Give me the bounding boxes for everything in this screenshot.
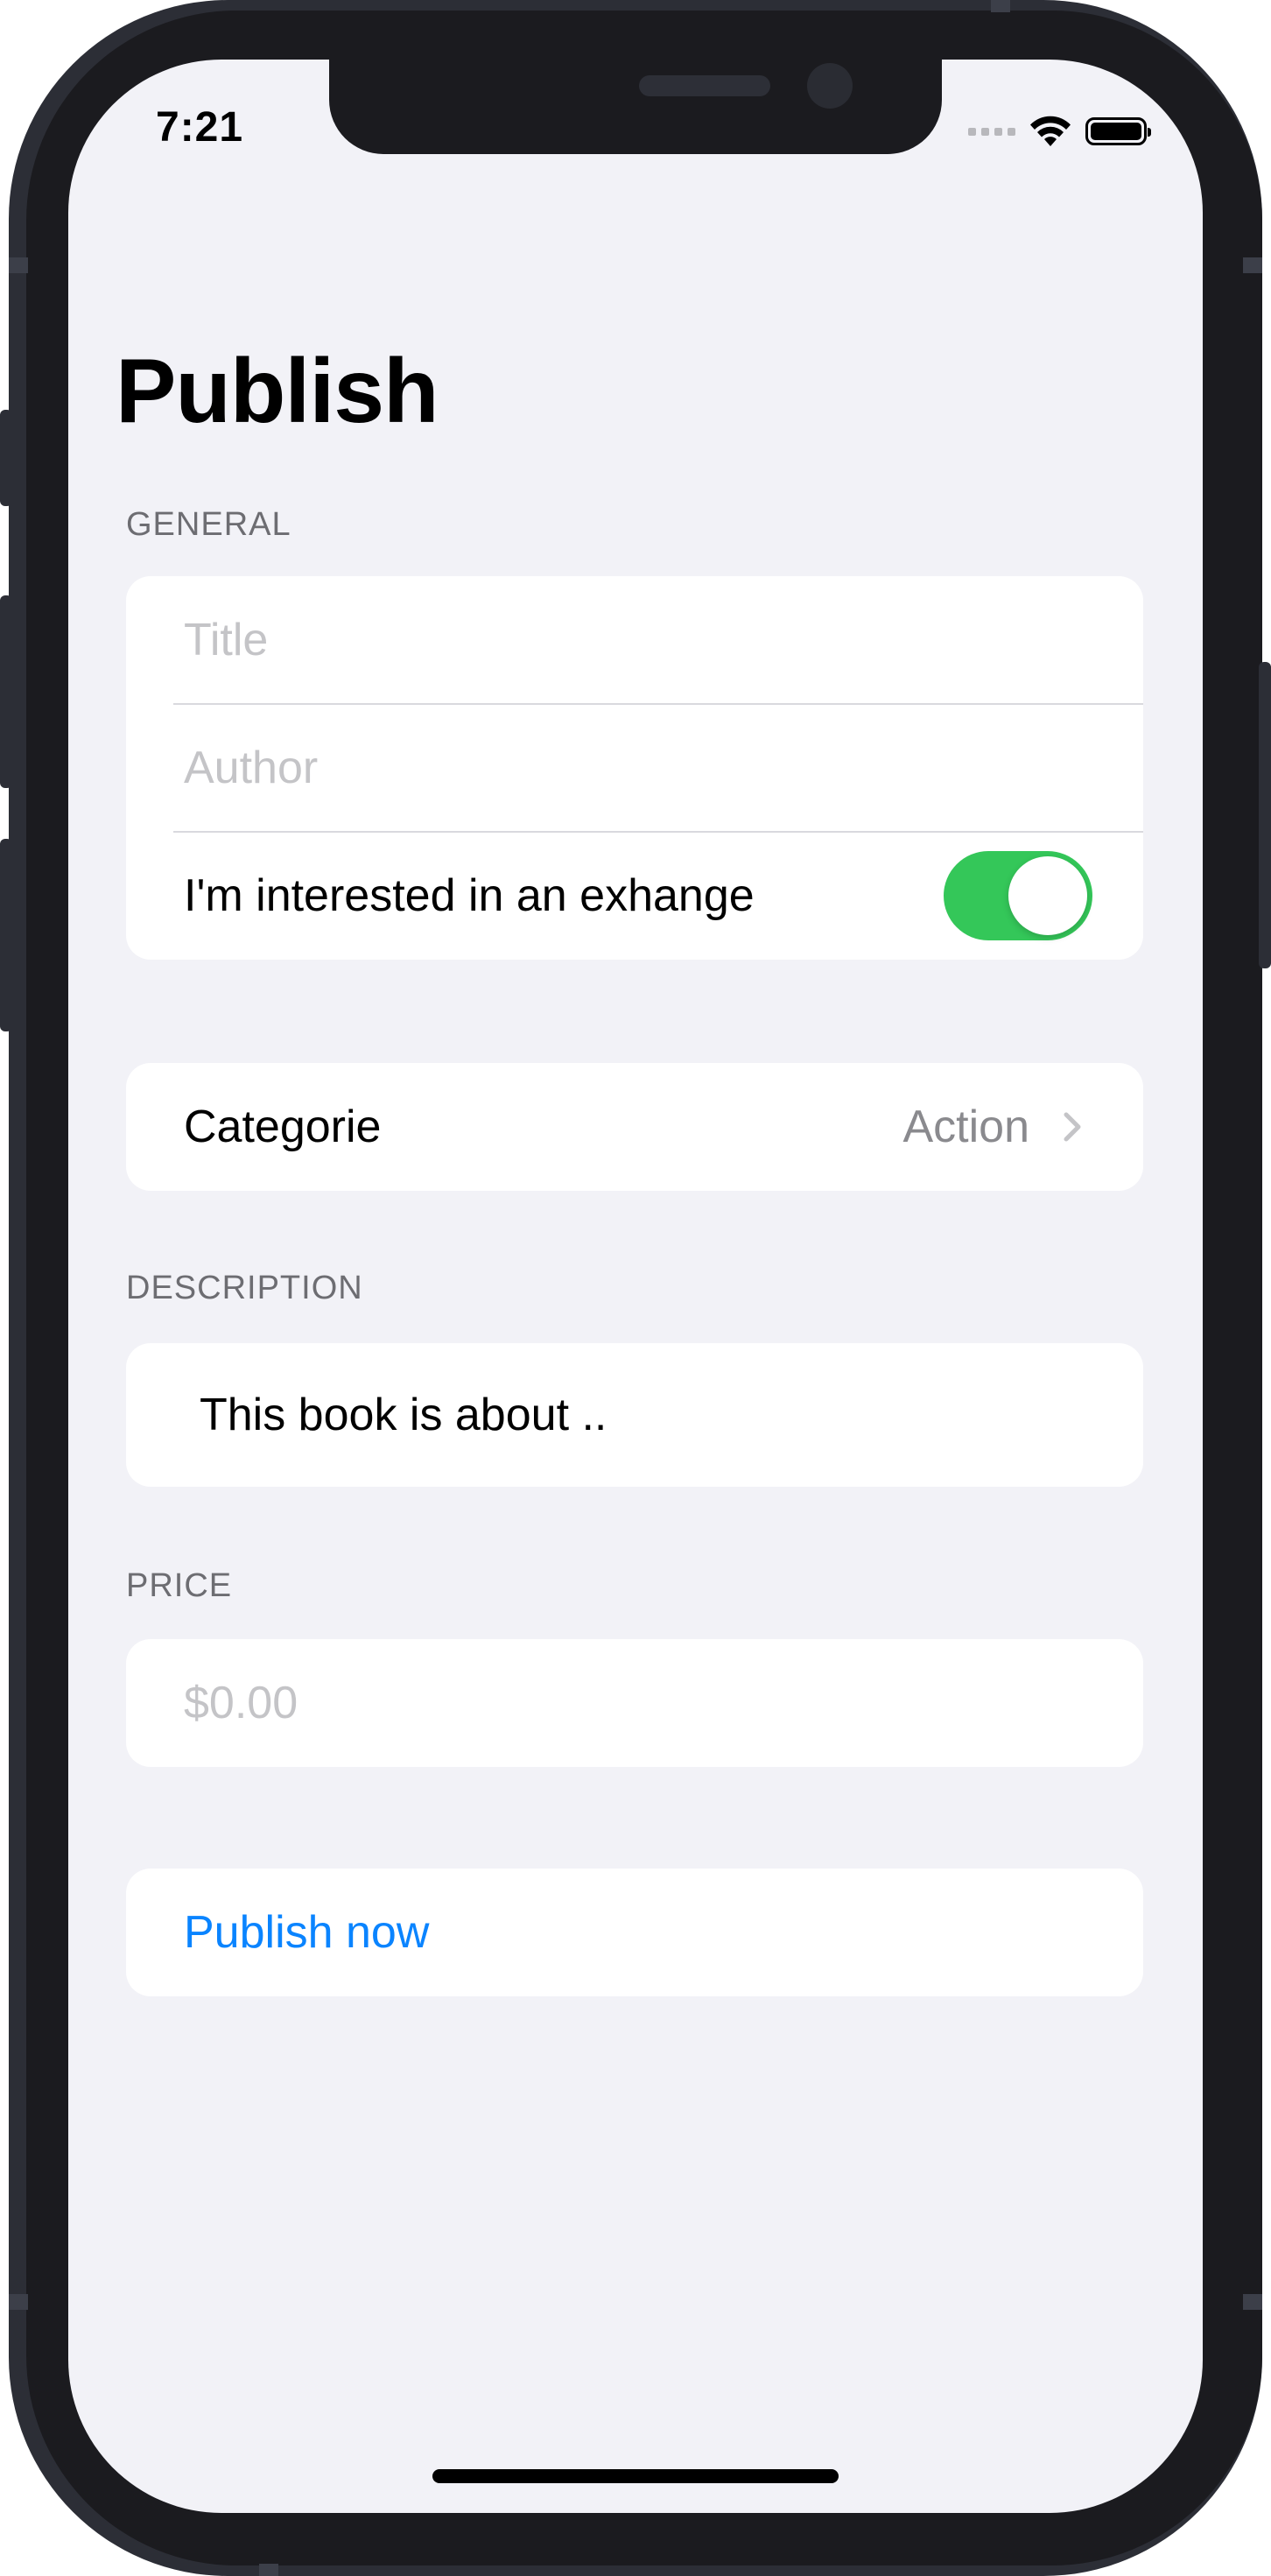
page-title: Publish	[116, 341, 439, 442]
category-value: Action	[902, 1101, 1029, 1152]
antenna-band	[991, 0, 1010, 12]
description-text-editor[interactable]: This book is about ..	[200, 1343, 607, 1487]
volume-down-button	[0, 839, 12, 1031]
earpiece-speaker	[639, 75, 770, 96]
volume-up-button	[0, 595, 12, 788]
antenna-band	[9, 257, 28, 273]
antenna-band	[9, 2294, 28, 2310]
screen: 7:21 Publish GENERAL I'm interested in a…	[68, 60, 1203, 2513]
price-group	[126, 1639, 1143, 1767]
battery-icon	[1085, 117, 1151, 145]
front-camera	[807, 63, 853, 109]
publish-now-button[interactable]: Publish now	[184, 1869, 429, 1996]
antenna-band	[1243, 2294, 1262, 2310]
price-section-header: PRICE	[126, 1567, 233, 1604]
cellular-signal-icon	[968, 127, 1015, 136]
category-group: Categorie Action	[126, 1063, 1143, 1191]
exchange-row: I'm interested in an exhange	[126, 832, 1143, 960]
exchange-toggle[interactable]	[944, 851, 1092, 940]
author-input[interactable]	[184, 704, 1094, 832]
antenna-band	[259, 2564, 278, 2576]
category-label: Categorie	[184, 1101, 382, 1152]
status-icons	[968, 114, 1151, 149]
chevron-right-icon	[1064, 1112, 1081, 1142]
notch	[329, 60, 942, 154]
general-group: I'm interested in an exhange	[126, 576, 1143, 960]
author-row	[126, 704, 1143, 832]
title-input[interactable]	[184, 576, 1094, 704]
description-section-header: DESCRIPTION	[126, 1270, 363, 1306]
status-time: 7:21	[156, 104, 244, 151]
power-button	[1259, 662, 1271, 968]
price-row	[126, 1639, 1143, 1767]
description-group: This book is about ..	[126, 1343, 1143, 1487]
exchange-label: I'm interested in an exhange	[184, 870, 755, 921]
antenna-band	[1243, 257, 1262, 273]
general-section-header: GENERAL	[126, 506, 291, 543]
title-row	[126, 576, 1143, 704]
toggle-knob	[1008, 856, 1087, 935]
category-row[interactable]: Categorie Action	[126, 1063, 1143, 1191]
publish-group: Publish now	[126, 1869, 1143, 1996]
home-indicator[interactable]	[432, 2469, 839, 2483]
price-input[interactable]	[184, 1639, 1094, 1767]
wifi-icon	[1030, 116, 1071, 146]
silent-switch	[0, 410, 12, 506]
